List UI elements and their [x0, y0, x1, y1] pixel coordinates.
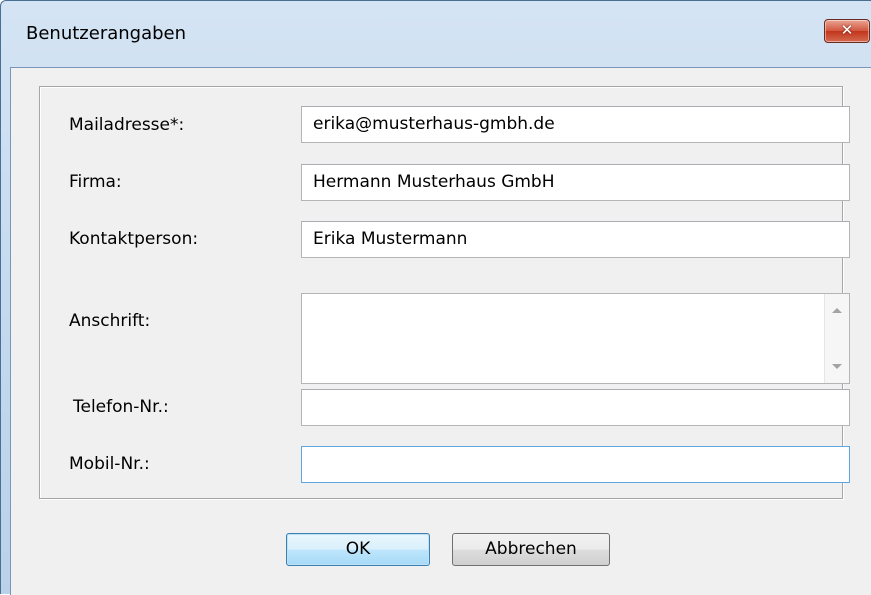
mobile-label: Mobil-Nr.:	[69, 454, 150, 474]
close-icon: ✕	[840, 21, 854, 39]
scroll-down-icon[interactable]	[832, 364, 842, 369]
ok-button[interactable]: OK	[286, 533, 430, 566]
address-label: Anschrift:	[69, 311, 151, 331]
company-label: Firma:	[69, 172, 122, 192]
phone-field[interactable]	[301, 389, 850, 426]
address-scrollbar[interactable]	[824, 294, 849, 383]
phone-label: Telefon-Nr.:	[73, 397, 169, 417]
mobile-field[interactable]	[301, 446, 850, 483]
email-field[interactable]: erika@musterhaus-gmbh.de	[301, 106, 850, 143]
dialog-body: Mailadresse*: erika@musterhaus-gmbh.de F…	[10, 67, 871, 595]
email-label: Mailadresse*:	[69, 115, 185, 135]
title-bar[interactable]: Benutzerangaben ✕	[1, 1, 871, 67]
cancel-button[interactable]: Abbrechen	[452, 533, 610, 566]
close-button[interactable]: ✕	[824, 19, 870, 43]
company-field[interactable]: Hermann Musterhaus GmbH	[301, 164, 850, 201]
scroll-up-icon[interactable]	[832, 308, 842, 313]
dialog-window: Benutzerangaben ✕ Mailadresse*: erika@mu…	[0, 0, 871, 595]
contact-label: Kontaktperson:	[69, 229, 199, 249]
address-textarea[interactable]	[301, 293, 850, 384]
contact-field[interactable]: Erika Mustermann	[301, 221, 850, 258]
address-value	[302, 294, 849, 306]
dialog-title: Benutzerangaben	[26, 23, 187, 44]
user-details-group: Mailadresse*: erika@musterhaus-gmbh.de F…	[39, 86, 850, 499]
